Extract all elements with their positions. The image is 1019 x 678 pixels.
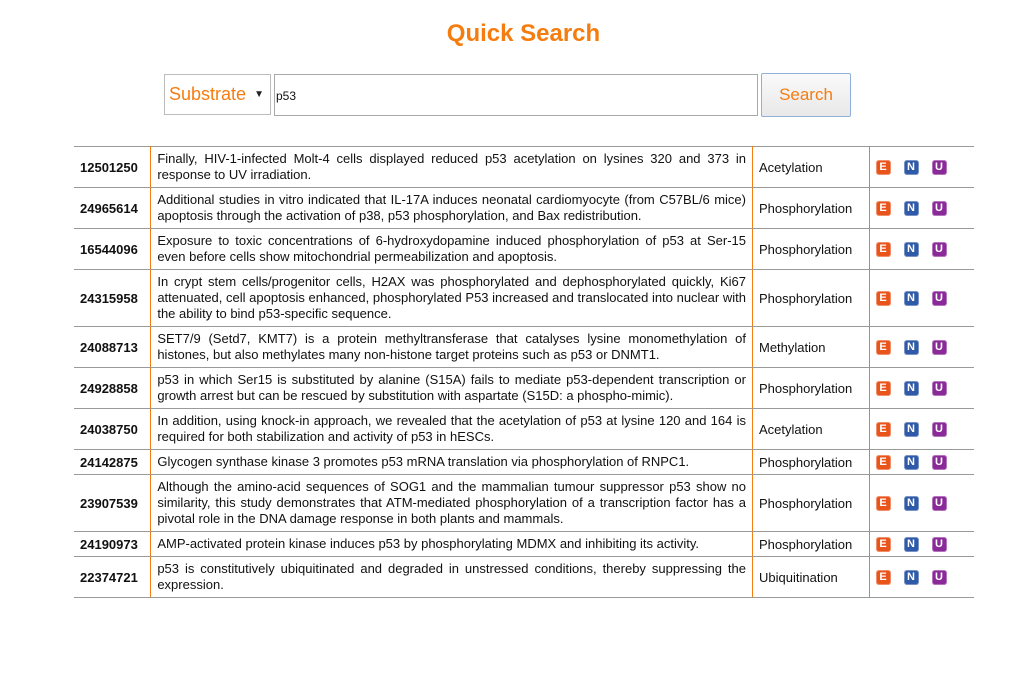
sentence-cell: Although the amino-acid sequences of SOG… (150, 474, 753, 533)
e-link-icon[interactable]: E (875, 160, 891, 176)
table-row: 16544096 Exposure to toxic concentrations… (74, 228, 974, 270)
e-link-icon[interactable]: E (875, 242, 891, 258)
ptm-type-cell: Phosphorylation (752, 269, 870, 327)
e-link-icon[interactable]: E (875, 537, 891, 553)
table-row: 24315958 In crypt stem cells/progenitor c… (74, 269, 974, 327)
u-link-icon[interactable]: U (931, 537, 947, 553)
ptm-type-cell: Phosphorylation (752, 474, 870, 533)
table-row: 24088713 SET7/9 (Setd7, KMT7) is a protei… (74, 326, 974, 368)
links-cell: ENU (869, 531, 974, 558)
sentence-cell: p53 in which Ser15 is substituted by ala… (150, 367, 753, 409)
u-link-icon[interactable]: U (931, 422, 947, 438)
search-type-value: Substrate (169, 84, 247, 104)
e-link-icon[interactable]: E (875, 570, 891, 586)
u-link-icon[interactable]: U (931, 160, 947, 176)
sentence-cell: In addition, using knock-in approach, we… (150, 408, 753, 450)
u-link-icon[interactable]: U (931, 496, 947, 512)
u-link-icon[interactable]: U (931, 340, 947, 356)
sentence-cell: In crypt stem cells/progenitor cells, H2… (150, 269, 753, 327)
table-row: 12501250 Finally, HIV-1-infected Molt-4 c… (74, 146, 974, 188)
table-row: 24965614 Additional studies in vitro indi… (74, 187, 974, 229)
ptm-type-cell: Ubiquitination (752, 556, 870, 599)
e-link-icon[interactable]: E (875, 422, 891, 438)
sentence-cell: SET7/9 (Setd7, KMT7) is a protein methyl… (150, 326, 753, 368)
pmid-cell: 23907539 (74, 474, 152, 533)
pmid-cell: 24928858 (74, 367, 152, 409)
links-cell: ENU (869, 228, 974, 270)
pmid-cell: 24142875 (74, 448, 152, 476)
links-cell: ENU (869, 474, 974, 533)
table-row: 23907539 Although the amino-acid sequence… (74, 474, 974, 533)
n-link-icon[interactable]: N (903, 537, 919, 553)
u-link-icon[interactable]: U (931, 201, 947, 217)
u-link-icon[interactable]: U (931, 570, 947, 586)
table-row: 22374721 p53 is constitutively ubiquitina… (74, 556, 974, 599)
links-cell: ENU (869, 556, 974, 599)
sentence-cell: Finally, HIV-1-infected Molt-4 cells dis… (150, 146, 753, 188)
u-link-icon[interactable]: U (931, 455, 947, 471)
table-row: 24190973 AMP-activated protein kinase ind… (74, 531, 974, 558)
links-cell: ENU (869, 269, 974, 327)
ptm-type-cell: Phosphorylation (752, 448, 870, 476)
search-button[interactable]: Search (761, 73, 851, 117)
ptm-type-cell: Phosphorylation (752, 367, 870, 409)
pmid-cell: 24088713 (74, 326, 152, 368)
links-cell: ENU (869, 448, 974, 476)
table-row: 24142875 Glycogen synthase kinase 3 promo… (74, 448, 974, 476)
search-bar: Substrate ▼ Search (164, 73, 851, 117)
n-link-icon[interactable]: N (903, 291, 919, 307)
u-link-icon[interactable]: U (931, 242, 947, 258)
links-cell: ENU (869, 146, 974, 188)
ptm-type-cell: Phosphorylation (752, 187, 870, 229)
dropdown-arrow-icon: ▼ (254, 89, 264, 100)
n-link-icon[interactable]: N (903, 242, 919, 258)
n-link-icon[interactable]: N (903, 340, 919, 356)
sentence-cell: Glycogen synthase kinase 3 promotes p53 … (150, 448, 753, 476)
pmid-cell: 12501250 (74, 146, 152, 188)
n-link-icon[interactable]: N (903, 422, 919, 438)
table-row: 24928858 p53 in which Ser15 is substitute… (74, 367, 974, 409)
u-link-icon[interactable]: U (931, 291, 947, 307)
ptm-type-cell: Methylation (752, 326, 870, 368)
results-table: 12501250 Finally, HIV-1-infected Molt-4 c… (74, 146, 974, 599)
links-cell: ENU (869, 408, 974, 450)
e-link-icon[interactable]: E (875, 201, 891, 217)
n-link-icon[interactable]: N (903, 570, 919, 586)
links-cell: ENU (869, 187, 974, 229)
pmid-cell: 24965614 (74, 187, 152, 229)
e-link-icon[interactable]: E (875, 291, 891, 307)
ptm-type-cell: Phosphorylation (752, 228, 870, 270)
e-link-icon[interactable]: E (875, 381, 891, 397)
sentence-cell: Exposure to toxic concentrations of 6-hy… (150, 228, 753, 270)
page-title: Quick Search (446, 20, 601, 47)
n-link-icon[interactable]: N (903, 160, 919, 176)
pmid-cell: 24038750 (74, 408, 152, 450)
ptm-type-cell: Phosphorylation (752, 531, 870, 558)
links-cell: ENU (869, 326, 974, 368)
table-row: 24038750 In addition, using knock-in appr… (74, 408, 974, 450)
n-link-icon[interactable]: N (903, 201, 919, 217)
e-link-icon[interactable]: E (875, 340, 891, 356)
u-link-icon[interactable]: U (931, 381, 947, 397)
e-link-icon[interactable]: E (875, 455, 891, 471)
pmid-cell: 24315958 (74, 269, 152, 327)
pmid-cell: 22374721 (74, 556, 152, 599)
ptm-type-cell: Acetylation (752, 146, 870, 188)
pmid-cell: 24190973 (74, 531, 152, 558)
n-link-icon[interactable]: N (903, 496, 919, 512)
search-input[interactable] (274, 74, 758, 116)
ptm-type-cell: Acetylation (752, 408, 870, 450)
pmid-cell: 16544096 (74, 228, 152, 270)
n-link-icon[interactable]: N (903, 455, 919, 471)
links-cell: ENU (869, 367, 974, 409)
e-link-icon[interactable]: E (875, 496, 891, 512)
n-link-icon[interactable]: N (903, 381, 919, 397)
sentence-cell: Additional studies in vitro indicated th… (150, 187, 753, 229)
search-type-select[interactable]: Substrate ▼ (164, 74, 271, 115)
sentence-cell: p53 is constitutively ubiquitinated and … (150, 556, 753, 599)
sentence-cell: AMP-activated protein kinase induces p53… (150, 531, 753, 558)
results-body: 12501250 Finally, HIV-1-infected Molt-4 c… (74, 146, 974, 599)
